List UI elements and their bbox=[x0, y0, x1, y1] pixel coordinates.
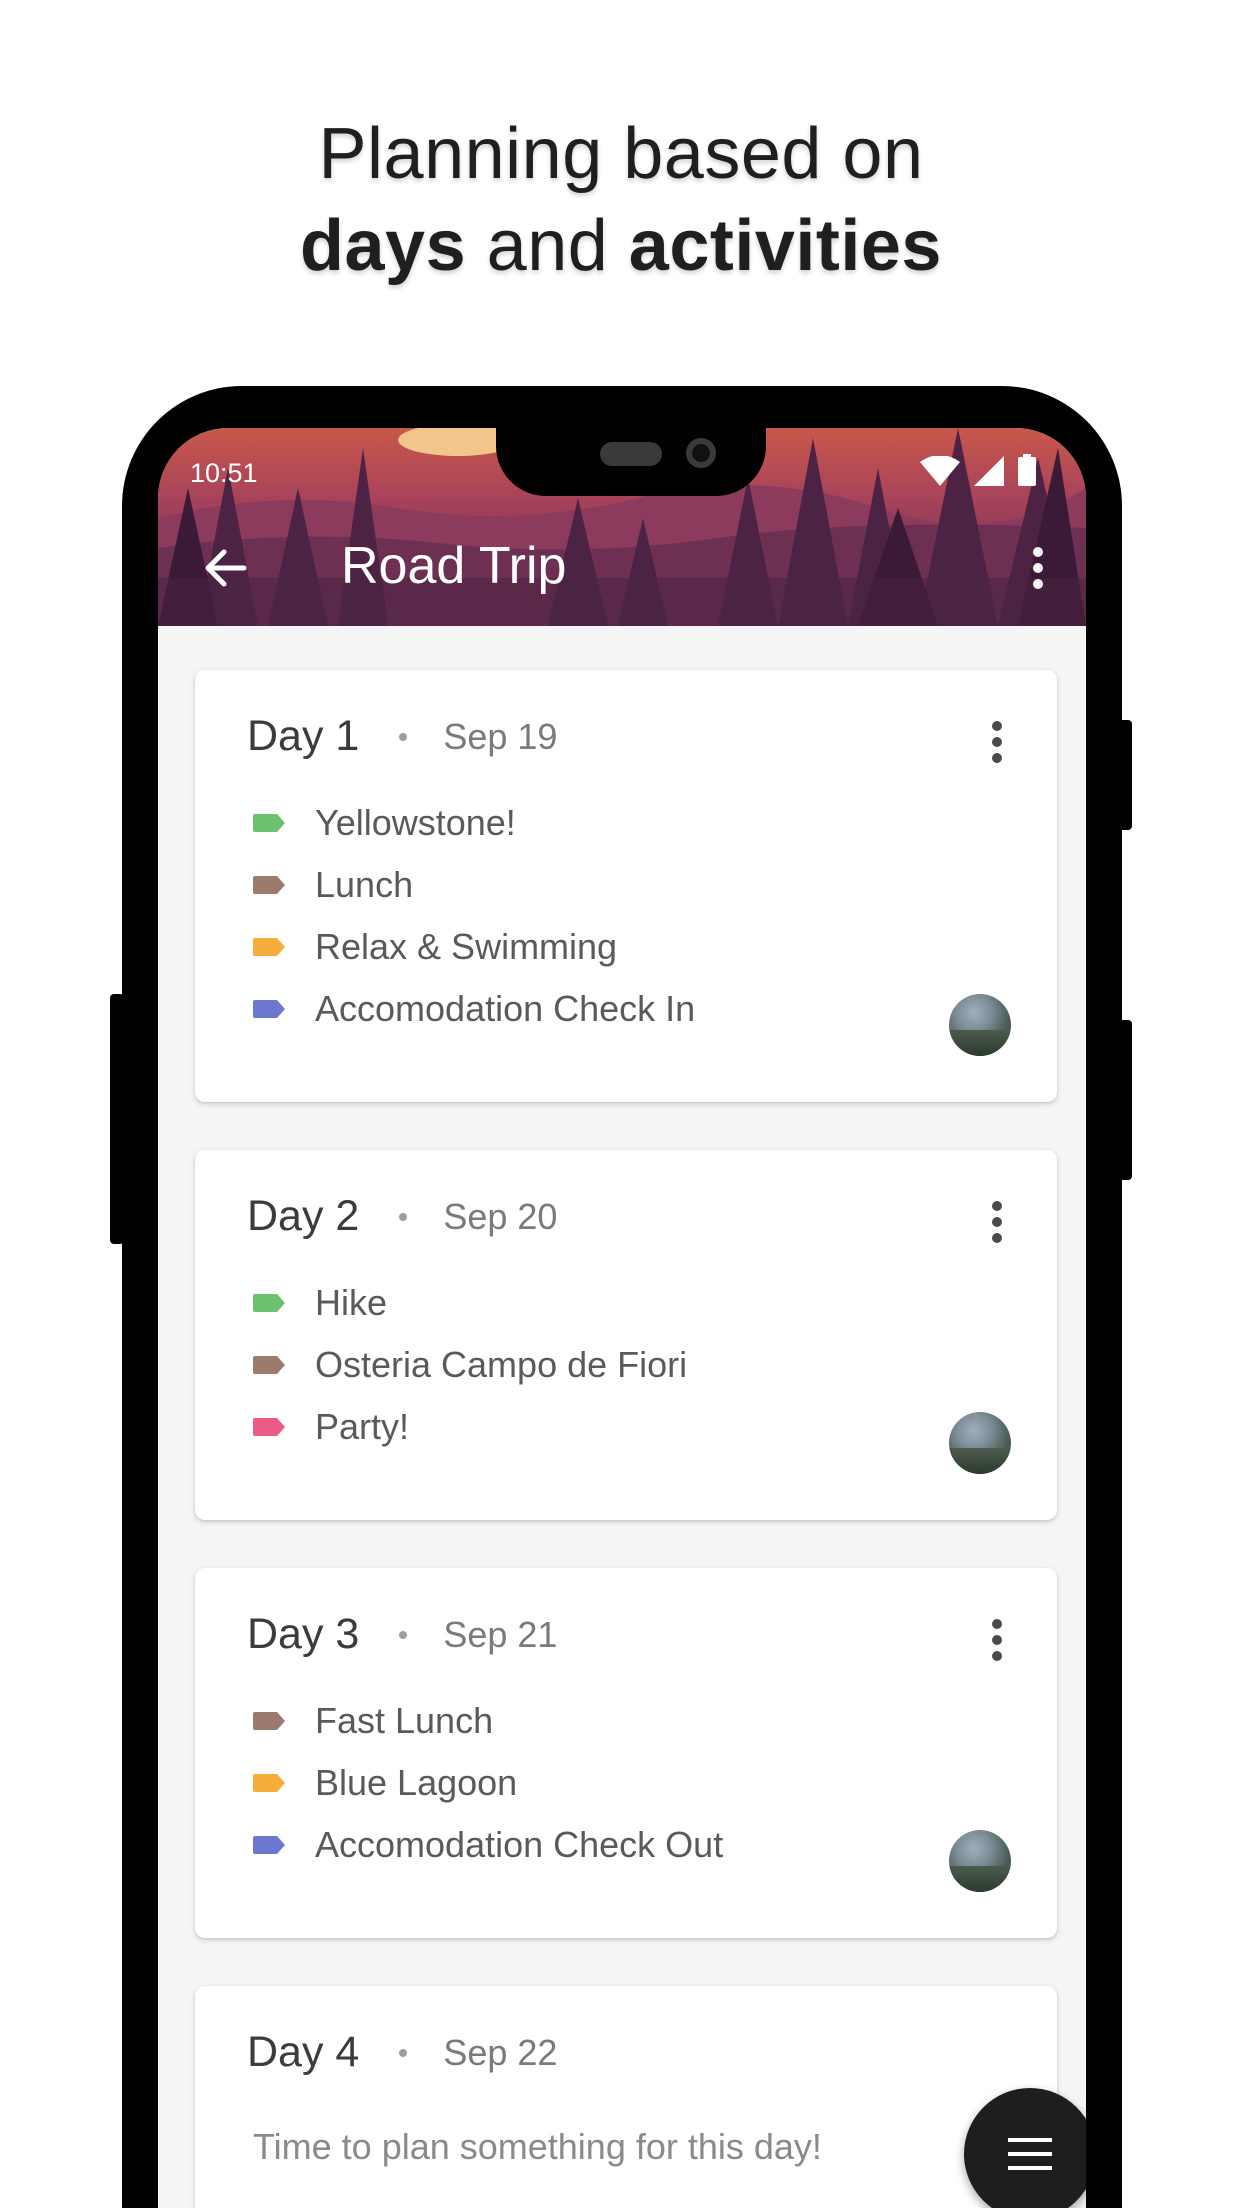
activity-item[interactable]: Accomodation Check Out bbox=[253, 1814, 723, 1876]
headline-bold-activities: activities bbox=[628, 206, 942, 286]
tag-icon bbox=[253, 1356, 285, 1374]
separator-dot bbox=[399, 2048, 408, 2057]
activity-label: Relax & Swimming bbox=[315, 926, 618, 967]
activity-item[interactable]: Yellowstone! bbox=[253, 792, 695, 854]
day-card[interactable]: Day 3 Sep 21 Fast Lunch Blue Lagoon Acco… bbox=[195, 1568, 1057, 1938]
phone-screen: 10:51 Road Trip Day 1 Sep 19 Yellowstone… bbox=[158, 428, 1086, 2208]
activity-item[interactable]: Hike bbox=[253, 1272, 687, 1334]
participant-avatar[interactable] bbox=[949, 1830, 1011, 1892]
tag-icon bbox=[253, 876, 285, 894]
screenshot-page: Planning based on days and activities 10… bbox=[0, 0, 1242, 2208]
day-card-header: Day 1 Sep 19 bbox=[247, 712, 557, 761]
tag-icon bbox=[253, 1000, 285, 1018]
more-vert-icon bbox=[992, 1201, 1002, 1243]
activity-list: Yellowstone! Lunch Relax & Swimming Acco… bbox=[253, 792, 695, 1040]
phone-frame: 10:51 Road Trip Day 1 Sep 19 Yellowstone… bbox=[122, 386, 1122, 2208]
activity-label: Fast Lunch bbox=[315, 1700, 494, 1741]
tag-icon bbox=[253, 1836, 285, 1854]
menu-icon bbox=[1008, 2138, 1052, 2170]
separator-dot bbox=[399, 1212, 408, 1221]
activity-item[interactable]: Osteria Campo de Fiori bbox=[253, 1334, 687, 1396]
tag-icon bbox=[253, 1294, 285, 1312]
activity-item[interactable]: Accomodation Check In bbox=[253, 978, 695, 1040]
activity-list: Fast Lunch Blue Lagoon Accomodation Chec… bbox=[253, 1690, 723, 1876]
activity-item[interactable]: Relax & Swimming bbox=[253, 916, 695, 978]
earpiece-speaker bbox=[600, 442, 662, 466]
activity-item[interactable]: Lunch bbox=[253, 854, 695, 916]
day-card-header: Day 3 Sep 21 bbox=[247, 1610, 557, 1659]
overflow-menu-button[interactable] bbox=[1018, 540, 1058, 596]
status-icons bbox=[920, 454, 1036, 486]
tag-icon bbox=[253, 1774, 285, 1792]
empty-day-message: Time to plan something for this day! bbox=[253, 2126, 822, 2167]
camera-notch bbox=[496, 428, 766, 496]
day-menu-button[interactable] bbox=[983, 1192, 1011, 1252]
day-menu-button[interactable] bbox=[983, 712, 1011, 772]
activity-item[interactable]: Blue Lagoon bbox=[253, 1752, 723, 1814]
day-label: Day 3 bbox=[247, 1610, 360, 1658]
day-card[interactable]: Day 4 Sep 22 Time to plan something for … bbox=[195, 1986, 1057, 2208]
toolbar-title: Road Trip bbox=[341, 537, 567, 595]
day-card[interactable]: Day 1 Sep 19 Yellowstone! Lunch Relax & … bbox=[195, 670, 1057, 1102]
front-camera bbox=[686, 438, 716, 468]
tag-icon bbox=[253, 938, 285, 956]
day-menu-button[interactable] bbox=[983, 1610, 1011, 1670]
headline-line-1: Planning based on bbox=[318, 114, 924, 194]
headline-line-2: days and activities bbox=[0, 200, 1242, 292]
activity-label: Accomodation Check Out bbox=[315, 1824, 724, 1865]
more-vert-icon bbox=[992, 1619, 1002, 1661]
day-label: Day 4 bbox=[247, 2028, 360, 2076]
activity-label: Lunch bbox=[315, 864, 414, 905]
day-card-header: Day 4 Sep 22 bbox=[247, 2028, 557, 2077]
activity-label: Accomodation Check In bbox=[315, 988, 696, 1029]
wifi-icon bbox=[920, 456, 960, 486]
participant-avatar[interactable] bbox=[949, 1412, 1011, 1474]
activity-label: Yellowstone! bbox=[315, 802, 516, 843]
tag-icon bbox=[253, 1712, 285, 1730]
participant-avatar[interactable] bbox=[949, 994, 1011, 1056]
more-vert-icon bbox=[1033, 547, 1043, 589]
back-button[interactable] bbox=[198, 540, 254, 596]
activity-item[interactable]: Party! bbox=[253, 1396, 687, 1458]
more-vert-icon bbox=[992, 721, 1002, 763]
day-label: Day 2 bbox=[247, 1192, 360, 1240]
activity-label: Osteria Campo de Fiori bbox=[315, 1344, 688, 1385]
separator-dot bbox=[399, 1630, 408, 1639]
activity-label: Blue Lagoon bbox=[315, 1762, 518, 1803]
arrow-left-icon bbox=[205, 549, 247, 587]
app-bar: 10:51 Road Trip bbox=[158, 428, 1086, 626]
day-card[interactable]: Day 2 Sep 20 Hike Osteria Campo de Fiori bbox=[195, 1150, 1057, 1520]
day-date: Sep 22 bbox=[443, 2031, 558, 2073]
day-date: Sep 19 bbox=[443, 715, 558, 757]
tag-icon bbox=[253, 814, 285, 832]
day-date: Sep 21 bbox=[443, 1613, 558, 1655]
activity-list: Hike Osteria Campo de Fiori Party! bbox=[253, 1272, 687, 1458]
status-time: 10:51 bbox=[190, 458, 258, 488]
day-card-header: Day 2 Sep 20 bbox=[247, 1192, 557, 1241]
headline-bold-days: days bbox=[300, 206, 467, 286]
headline-middle: and bbox=[466, 206, 629, 286]
activity-label: Party! bbox=[315, 1406, 410, 1447]
activity-label: Hike bbox=[315, 1282, 388, 1323]
headline: Planning based on days and activities bbox=[0, 108, 1242, 292]
activity-item[interactable]: Fast Lunch bbox=[253, 1690, 723, 1752]
battery-icon bbox=[1018, 454, 1036, 486]
tag-icon bbox=[253, 1418, 285, 1436]
day-date: Sep 20 bbox=[443, 1195, 558, 1237]
signal-icon bbox=[974, 456, 1004, 486]
day-label: Day 1 bbox=[247, 712, 360, 760]
separator-dot bbox=[399, 732, 408, 741]
